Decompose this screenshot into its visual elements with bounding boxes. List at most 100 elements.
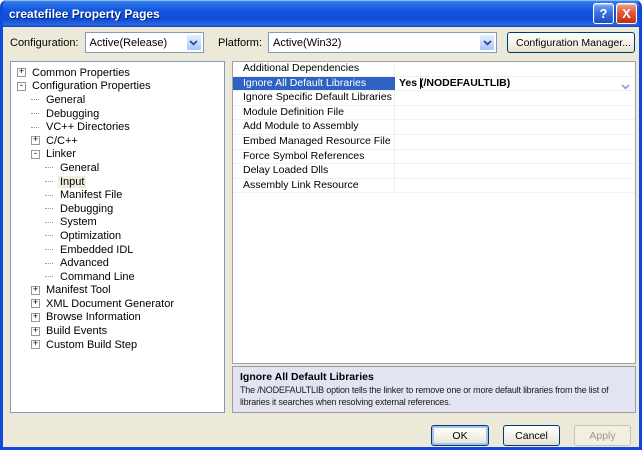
tree-item-label[interactable]: Configuration Properties <box>30 80 153 92</box>
chevron-down-icon[interactable] <box>621 81 630 91</box>
tree-item[interactable]: + Common Properties <box>11 66 224 80</box>
ok-button[interactable]: OK <box>431 425 489 446</box>
property-name-cell[interactable]: Delay Loaded Dlls <box>233 164 395 178</box>
tree-item-label[interactable]: Common Properties <box>30 67 132 79</box>
tree-item[interactable]: + Custom Build Step <box>11 338 224 352</box>
property-row[interactable]: Additional Dependencies <box>233 62 635 77</box>
tree-expander-icon[interactable] <box>31 99 39 100</box>
tree-expander-icon[interactable] <box>45 222 53 223</box>
tree-item-label[interactable]: General <box>58 162 101 174</box>
tree-item[interactable]: VC++ Directories <box>11 120 224 134</box>
property-name-cell[interactable]: Assembly Link Resource <box>233 179 395 193</box>
tree-item[interactable]: General <box>11 93 224 107</box>
tree-expander-icon[interactable]: - <box>31 150 40 159</box>
tree-expander-icon[interactable]: - <box>17 82 26 91</box>
chevron-down-icon[interactable] <box>479 34 495 51</box>
tree-item[interactable]: Debugging <box>11 202 224 216</box>
help-icon[interactable]: ? <box>593 3 614 24</box>
tree-expander-icon[interactable] <box>31 113 39 114</box>
tree-item-label[interactable]: Optimization <box>58 230 123 242</box>
tree-item-label[interactable]: Build Events <box>44 325 109 337</box>
tree-item-label[interactable]: Manifest Tool <box>44 284 113 296</box>
tree-item-label[interactable]: XML Document Generator <box>44 298 176 310</box>
tree-item[interactable]: Optimization <box>11 229 224 243</box>
tree-item-label[interactable]: Advanced <box>58 257 111 269</box>
tree-expander-icon[interactable]: + <box>17 68 26 77</box>
tree-expander-icon[interactable] <box>45 263 53 264</box>
tree-item[interactable]: Manifest File <box>11 188 224 202</box>
titlebar[interactable]: createfilee Property Pages ? X <box>0 0 642 27</box>
tree-item[interactable]: Embedded IDL <box>11 243 224 257</box>
platform-select[interactable]: Active(Win32) <box>268 32 497 53</box>
tree-expander-icon[interactable] <box>45 235 53 236</box>
tree-expander-icon[interactable]: + <box>31 340 40 349</box>
tree-item-label[interactable]: VC++ Directories <box>44 121 132 133</box>
property-grid[interactable]: Additional Dependencies Ignore All Defau… <box>232 61 636 364</box>
tree-item[interactable]: - Configuration Properties <box>11 80 224 94</box>
property-name-cell[interactable]: Additional Dependencies <box>233 62 395 76</box>
property-name-cell[interactable]: Add Module to Assembly <box>233 120 395 134</box>
tree-item[interactable]: Input <box>11 175 224 189</box>
tree-expander-icon[interactable]: + <box>31 286 40 295</box>
tree-expander-icon[interactable] <box>45 195 53 196</box>
property-row[interactable]: Add Module to Assembly <box>233 120 635 135</box>
property-value-cell[interactable] <box>395 179 635 193</box>
tree-item-label[interactable]: System <box>58 216 99 228</box>
tree-item-label[interactable]: Embedded IDL <box>58 244 135 256</box>
tree-item-label[interactable]: Manifest File <box>58 189 124 201</box>
tree-item-label[interactable]: C/C++ <box>44 135 80 147</box>
tree-expander-icon[interactable] <box>31 127 39 128</box>
property-row[interactable]: Embed Managed Resource File <box>233 135 635 150</box>
property-row[interactable]: Delay Loaded Dlls <box>233 164 635 179</box>
tree-item-label[interactable]: Custom Build Step <box>44 339 139 351</box>
close-icon[interactable]: X <box>616 3 637 24</box>
cancel-button[interactable]: Cancel <box>503 425 560 446</box>
tree-item[interactable]: + Build Events <box>11 324 224 338</box>
tree-item[interactable]: - Linker <box>11 148 224 162</box>
tree-item-label[interactable]: Command Line <box>58 271 137 283</box>
tree-item-label[interactable]: Debugging <box>58 203 115 215</box>
tree-item-label[interactable]: General <box>44 94 87 106</box>
tree-item-label[interactable]: Debugging <box>44 108 101 120</box>
property-name-cell[interactable]: Embed Managed Resource File <box>233 135 395 149</box>
property-row[interactable]: Ignore All Default Libraries Yes (/NODEF… <box>233 77 635 92</box>
property-value-cell[interactable] <box>395 62 635 76</box>
property-value-cell[interactable] <box>395 120 635 134</box>
configuration-select[interactable]: Active(Release) <box>85 32 204 53</box>
tree-expander-icon[interactable] <box>45 208 53 209</box>
chevron-down-icon[interactable] <box>186 34 202 51</box>
tree-item[interactable]: Debugging <box>11 107 224 121</box>
tree-item-label[interactable]: Browse Information <box>44 311 143 323</box>
property-name-cell[interactable]: Ignore Specific Default Libraries <box>233 91 395 105</box>
tree-item[interactable]: Advanced <box>11 256 224 270</box>
property-row[interactable]: Ignore Specific Default Libraries <box>233 91 635 106</box>
property-value-cell[interactable]: Yes (/NODEFAULTLIB) <box>395 77 635 91</box>
tree-item-label[interactable]: Input <box>58 176 86 188</box>
tree-expander-icon[interactable] <box>45 276 53 277</box>
property-name-cell[interactable]: Module Definition File <box>233 106 395 120</box>
tree-item[interactable]: + XML Document Generator <box>11 297 224 311</box>
property-row[interactable]: Assembly Link Resource <box>233 179 635 194</box>
configuration-manager-button[interactable]: Configuration Manager... <box>507 32 635 53</box>
property-value-cell[interactable] <box>395 135 635 149</box>
property-row[interactable]: Module Definition File <box>233 106 635 121</box>
tree-item[interactable]: + Browse Information <box>11 311 224 325</box>
tree-expander-icon[interactable] <box>45 249 53 250</box>
property-value-cell[interactable] <box>395 164 635 178</box>
property-name-cell[interactable]: Ignore All Default Libraries <box>233 77 395 91</box>
property-value-cell[interactable] <box>395 150 635 164</box>
property-tree[interactable]: + Common Properties - Configuration Prop… <box>10 61 225 413</box>
property-value-cell[interactable] <box>395 106 635 120</box>
tree-expander-icon[interactable]: + <box>31 327 40 336</box>
tree-expander-icon[interactable] <box>45 167 53 168</box>
tree-expander-icon[interactable]: + <box>31 299 40 308</box>
property-value-cell[interactable] <box>395 91 635 105</box>
tree-item[interactable]: + Manifest Tool <box>11 284 224 298</box>
tree-item[interactable]: General <box>11 161 224 175</box>
tree-item[interactable]: System <box>11 216 224 230</box>
tree-expander-icon[interactable] <box>45 181 53 182</box>
tree-item-label[interactable]: Linker <box>44 148 78 160</box>
property-name-cell[interactable]: Force Symbol References <box>233 150 395 164</box>
tree-expander-icon[interactable]: + <box>31 136 40 145</box>
tree-item[interactable]: Command Line <box>11 270 224 284</box>
